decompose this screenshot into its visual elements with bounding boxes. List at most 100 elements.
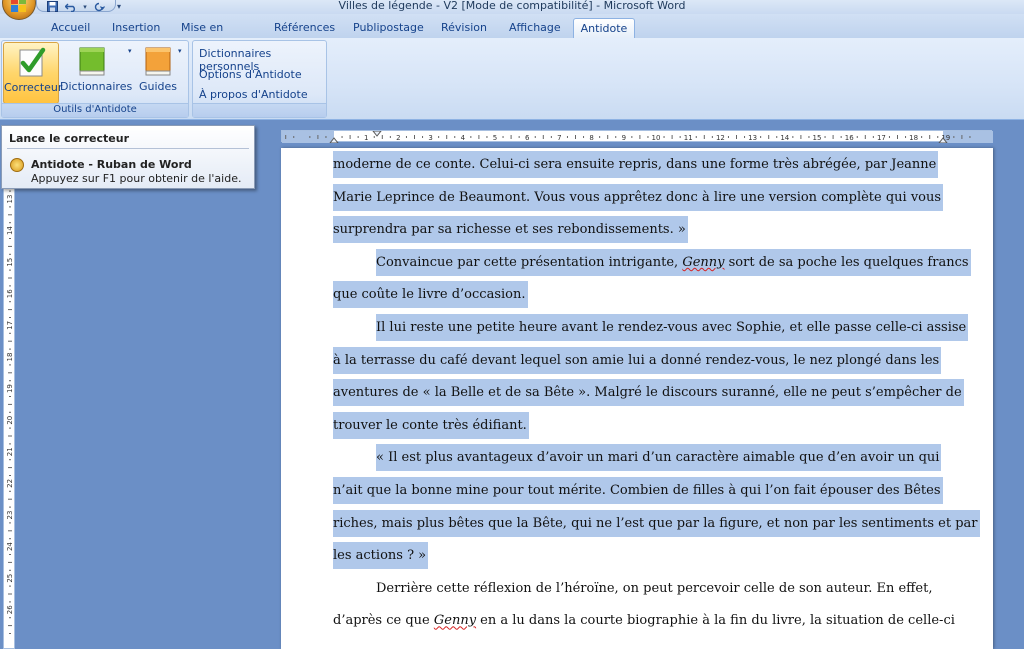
guides-dropdown-icon[interactable]: ▾ [178, 47, 182, 55]
tooltip-separator [7, 148, 249, 149]
document-line[interactable]: trouver le conte très édifiant. [333, 411, 529, 439]
ruler-label: 16 [845, 134, 854, 142]
correcteur-tooltip: Lance le correcteur Antidote - Ruban de … [1, 125, 255, 189]
ruler-label: 13 [6, 195, 14, 204]
line-text: Marie Leprince de Beaumont. Vous vous ap… [333, 189, 942, 205]
ribbon-tabs: Accueil Insertion Mise en page Référence… [0, 14, 1024, 47]
tab-revision[interactable]: Révision [441, 18, 491, 38]
ruler-label: 16 [6, 289, 14, 298]
ruler-label: 14 [780, 134, 789, 142]
ruler-label: 22 [6, 479, 14, 488]
dictionnaires-dropdown-icon[interactable]: ▾ [128, 47, 132, 55]
document-line[interactable]: « Il est plus avantageux d’avoir un mari… [376, 444, 942, 472]
document-line[interactable]: à la terrasse du café devant lequel son … [333, 346, 942, 374]
ruler-label: 10 [652, 134, 661, 142]
guides-button[interactable]: Guides [136, 42, 180, 104]
correcteur-button[interactable]: Correcteur [3, 42, 62, 104]
ruler-label: 8 [589, 134, 593, 142]
misspelled-word: Genny [682, 254, 725, 270]
tab-insertion[interactable]: Insertion [112, 18, 162, 38]
ruler-label: 6 [525, 134, 530, 142]
ruler-margin-right [943, 131, 993, 143]
ruler-label: 18 [909, 134, 918, 142]
group-label-outils: Outils d'Antidote [2, 103, 188, 117]
title-bar: ▾ ▾ Villes de légende - V2 [Mode de comp… [0, 0, 1024, 20]
ruler-label: 24 [6, 542, 14, 551]
checkmark-icon [19, 47, 46, 77]
document-line[interactable]: n’ait que la bonne mine pour tout mérite… [333, 477, 943, 504]
ruler-label: 18 [6, 353, 14, 362]
line-text: les actions ? » [333, 548, 427, 564]
document-line[interactable]: les actions ? » [333, 542, 429, 570]
ruler-label: 17 [877, 134, 886, 142]
orange-book-icon [145, 47, 171, 76]
document-page[interactable]: moderne de ce conte. Celui-ci sera ensui… [281, 148, 993, 649]
ruler-label: 15 [813, 134, 822, 142]
tab-references[interactable]: Références [274, 18, 335, 38]
horizontal-ruler[interactable]: 1 2 3 4 5 6 7 8 9 10 11 12 13 14 15 16 17 18 19 [281, 130, 993, 143]
document-line[interactable]: moderne de ce conte. Celui-ci sera ensui… [333, 151, 939, 178]
group-label-links [193, 103, 326, 117]
tab-publipostage[interactable]: Publipostage [353, 18, 425, 38]
tooltip-help-hint: Appuyez sur F1 pour obtenir de l'aide. [31, 172, 242, 185]
line-text: surprendra par sa richesse et ses rebond… [333, 222, 686, 238]
ruler-label: 5 [493, 134, 497, 142]
ruler-label: 14 [6, 226, 14, 235]
ruler-label: 1 [364, 134, 368, 142]
ruler-label: 2 [396, 134, 400, 142]
line-text: d’après ce que [333, 613, 434, 629]
ruler-label: 19 [6, 384, 14, 393]
options-antidote-button[interactable]: Options d'Antidote [199, 68, 302, 81]
misspelled-word: Genny [433, 613, 477, 629]
ruler-label: 15 [6, 258, 14, 267]
antidote-icon [10, 158, 24, 172]
line-text: moderne de ce conte. Celui-ci sera ensui… [333, 157, 937, 172]
ruler-label: 21 [6, 447, 14, 456]
vertical-ruler[interactable]: 13 14 15 16 17 18 19 20 21 22 23 24 25 26 [3, 148, 15, 649]
ruler-label: 20 [6, 416, 14, 425]
line-text: sort de sa poche les quelques francs [724, 254, 969, 270]
ruler-label: 11 [684, 134, 693, 142]
ruler-label: 12 [716, 134, 725, 142]
first-line-indent-marker-icon[interactable] [372, 131, 382, 137]
ruler-label: 7 [557, 134, 561, 142]
line-text: « Il est plus avantageux d’avoir un mari… [376, 450, 940, 466]
ribbon: Correcteur Dictionnaires ▾ Guides ▾ Outi… [0, 38, 1024, 120]
tab-antidote[interactable]: Antidote [573, 18, 635, 38]
tab-affichage[interactable]: Affichage [509, 18, 561, 38]
green-book-icon [79, 47, 105, 76]
ruler-label: 13 [748, 134, 757, 142]
tab-accueil[interactable]: Accueil [51, 18, 91, 38]
ruler-label: 3 [428, 134, 432, 142]
line-text: Il lui reste une petite heure avant le r… [376, 320, 967, 335]
ribbon-group-outils-antidote: Correcteur Dictionnaires ▾ Guides ▾ Outi… [1, 40, 189, 118]
a-propos-antidote-button[interactable]: À propos d'Antidote [199, 88, 308, 101]
office-logo-icon [11, 0, 27, 13]
document-line[interactable]: Convaincue par cette présentation intrig… [376, 248, 971, 276]
line-text: trouver le conte très édifiant. [333, 417, 527, 433]
ruler-label: 26 [6, 605, 14, 614]
line-text: Derrière cette réflexion de l’héroïne, o… [376, 580, 933, 596]
line-text: à la terrasse du café devant lequel son … [333, 352, 940, 368]
line-text: en a lu dans la courte biographie à la f… [476, 613, 955, 629]
document-line[interactable]: aventures de « la Belle et de sa Bête ».… [333, 379, 964, 407]
line-text: aventures de « la Belle et de sa Bête ».… [333, 385, 962, 401]
ruler-label: 4 [461, 134, 466, 142]
document-line[interactable]: surprendra par sa richesse et ses rebond… [333, 216, 688, 244]
document-line[interactable]: Marie Leprince de Beaumont. Vous vous ap… [333, 183, 944, 211]
ribbon-group-antidote-links: Dictionnaires personnels Options d'Antid… [192, 40, 327, 118]
document-line[interactable]: riches, mais plus bêtes que la Bête, qui… [333, 509, 980, 537]
dictionnaires-button[interactable]: Dictionnaires [60, 42, 132, 104]
document-line[interactable]: que coûte le livre d’occasion. [333, 281, 528, 309]
tooltip-title: Lance le correcteur [9, 132, 130, 145]
line-text: que coûte le livre d’occasion. [333, 287, 526, 303]
line-text: Convaincue par cette présentation intrig… [376, 254, 683, 270]
document-line[interactable]: Il lui reste une petite heure avant le r… [376, 314, 969, 341]
tab-mise-en-page[interactable]: Mise en page [181, 18, 251, 47]
window-title: Villes de légende - V2 [Mode de compatib… [338, 0, 686, 12]
ruler-label: 23 [6, 511, 14, 520]
line-text: n’ait que la bonne mine pour tout mérite… [333, 483, 941, 498]
document-line[interactable]: Derrière cette réflexion de l’héroïne, o… [376, 575, 932, 602]
document-line[interactable]: d’après ce que Genny en a lu dans la cou… [333, 607, 955, 634]
tooltip-addin-name: Antidote - Ruban de Word [31, 158, 192, 171]
